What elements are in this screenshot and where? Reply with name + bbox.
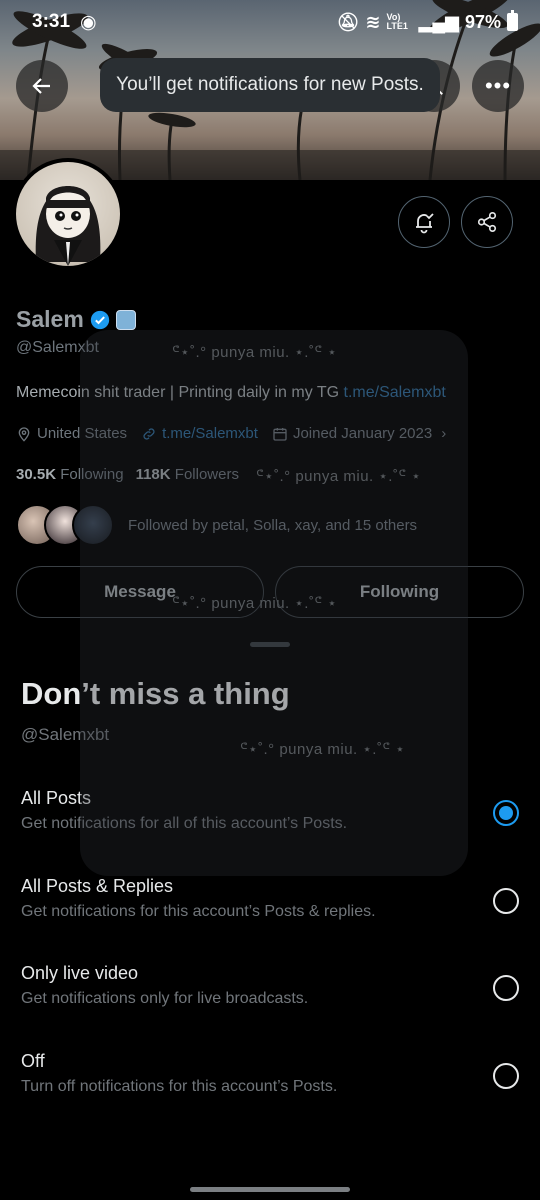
bio-text: Memecoin shit trader | Printing daily in… — [16, 384, 344, 401]
option-posts-and-replies[interactable]: All Posts & Replies Get notifications fo… — [0, 876, 540, 956]
followed-by-text: Followed by petal, Solla, xay, and 15 ot… — [128, 516, 418, 534]
affiliate-badge-icon — [115, 309, 136, 330]
option-live-video[interactable]: Only live video Get notifications only f… — [0, 963, 540, 1043]
joined-item: Joined January 2023 › — [272, 425, 446, 442]
website-link[interactable]: t.me/Salemxbt — [162, 425, 258, 442]
sheet-handle: @Salemxbt — [21, 725, 110, 744]
follow-counts: 30.5K Following 118K Followers — [16, 466, 239, 483]
location-text: United States — [37, 425, 128, 442]
back-arrow-icon — [32, 78, 50, 94]
option-description: Get notifications only for live broadcas… — [21, 990, 309, 1007]
radio-unselected[interactable] — [493, 975, 519, 1001]
link-icon — [143, 427, 155, 440]
share-icon — [477, 212, 497, 232]
notifications-bell-button[interactable] — [398, 196, 450, 248]
following-count-link[interactable]: 30.5K Following — [16, 466, 124, 483]
mute-icon: 🔕︎ — [336, 11, 360, 32]
back-button[interactable] — [16, 60, 68, 112]
followers-count: 118K — [135, 466, 171, 483]
bio-link[interactable]: t.me/Salemxbt — [344, 384, 446, 401]
avatar-illustration — [35, 186, 101, 266]
website-item[interactable]: t.me/Salemxbt — [141, 425, 258, 442]
calendar-icon — [273, 427, 287, 441]
location-pin-icon — [18, 426, 30, 442]
joined-text: Joined January 2023 — [292, 425, 433, 442]
watermark-text: ᕪ⋆˚.° punya miu. ⋆.˚ᕪ ⋆ — [256, 468, 422, 485]
battery-percent: 97% — [464, 11, 501, 32]
following-count: 30.5K — [16, 466, 57, 483]
following-label: Following — [60, 466, 124, 483]
sheet-title: Don’t miss a thing — [21, 676, 290, 711]
profile-name: Salem — [16, 306, 84, 332]
notification-toast: You’ll get notifications for new Posts. — [100, 58, 440, 112]
profile-name-row: Salem — [16, 306, 136, 333]
follower-avatar — [72, 504, 114, 546]
watermark-text: ᕪ⋆˚.° punya miu. ⋆.˚ᕪ ⋆ — [172, 595, 338, 612]
option-title: Only live video — [21, 963, 139, 983]
signal-icon: ▂▄▆ — [418, 11, 459, 32]
option-off[interactable]: Off Turn off notifications for this acco… — [0, 1051, 540, 1131]
aperture-icon: ◉ — [80, 11, 97, 33]
option-title: All Posts — [21, 788, 92, 808]
status-time: 3:31 — [32, 11, 71, 32]
battery-icon — [507, 10, 518, 31]
verified-badge-icon — [90, 310, 109, 329]
watermark-text: ᕪ⋆˚.° punya miu. ⋆.˚ᕪ ⋆ — [240, 741, 406, 758]
option-all-posts[interactable]: All Posts Get notifications for all of t… — [0, 788, 540, 868]
notification-settings-sheet: Don’t miss a thing @Salemxbt All Posts G… — [0, 630, 540, 1200]
profile-meta: United States t.me/Salemxbt Joined Janua… — [16, 425, 446, 442]
option-title: All Posts & Replies — [21, 876, 174, 896]
radio-unselected[interactable] — [493, 888, 519, 914]
chevron-right-icon[interactable]: › — [441, 425, 446, 442]
wifi-icon: ≋ — [365, 11, 381, 32]
profile-bio: Memecoin shit trader | Printing daily in… — [16, 384, 446, 402]
sheet-grabber[interactable] — [250, 642, 290, 647]
followers-count-link[interactable]: 118K Followers — [136, 466, 239, 483]
option-title: Off — [21, 1051, 45, 1071]
more-dots-icon: ••• — [484, 73, 512, 98]
option-description: Turn off notifications for this account’… — [21, 1078, 338, 1095]
option-description: Get notifications for all of this accoun… — [21, 815, 348, 832]
watermark-text: ᕪ⋆˚.° punya miu. ⋆.˚ᕪ ⋆ — [172, 344, 338, 361]
more-options-button[interactable]: ••• — [472, 60, 524, 112]
radio-selected[interactable] — [493, 800, 519, 826]
share-button[interactable] — [461, 196, 513, 248]
option-description: Get notifications for this account’s Pos… — [21, 903, 376, 920]
home-indicator[interactable] — [190, 1187, 350, 1192]
followers-label: Followers — [174, 466, 239, 483]
followed-by-row[interactable]: Followed by petal, Solla, xay, and 15 ot… — [16, 504, 417, 546]
status-bar: 3:31 ◉ 🔕︎ ≋ Vo) LTE1 ▂▄▆ 97% — [0, 0, 540, 44]
profile-avatar[interactable] — [12, 158, 124, 270]
network-label: Vo) LTE1 — [386, 12, 408, 31]
location-item: United States — [16, 425, 127, 442]
bell-check-icon — [416, 213, 434, 234]
radio-unselected[interactable] — [493, 1063, 519, 1089]
profile-handle: @Salemxbt — [16, 339, 99, 356]
